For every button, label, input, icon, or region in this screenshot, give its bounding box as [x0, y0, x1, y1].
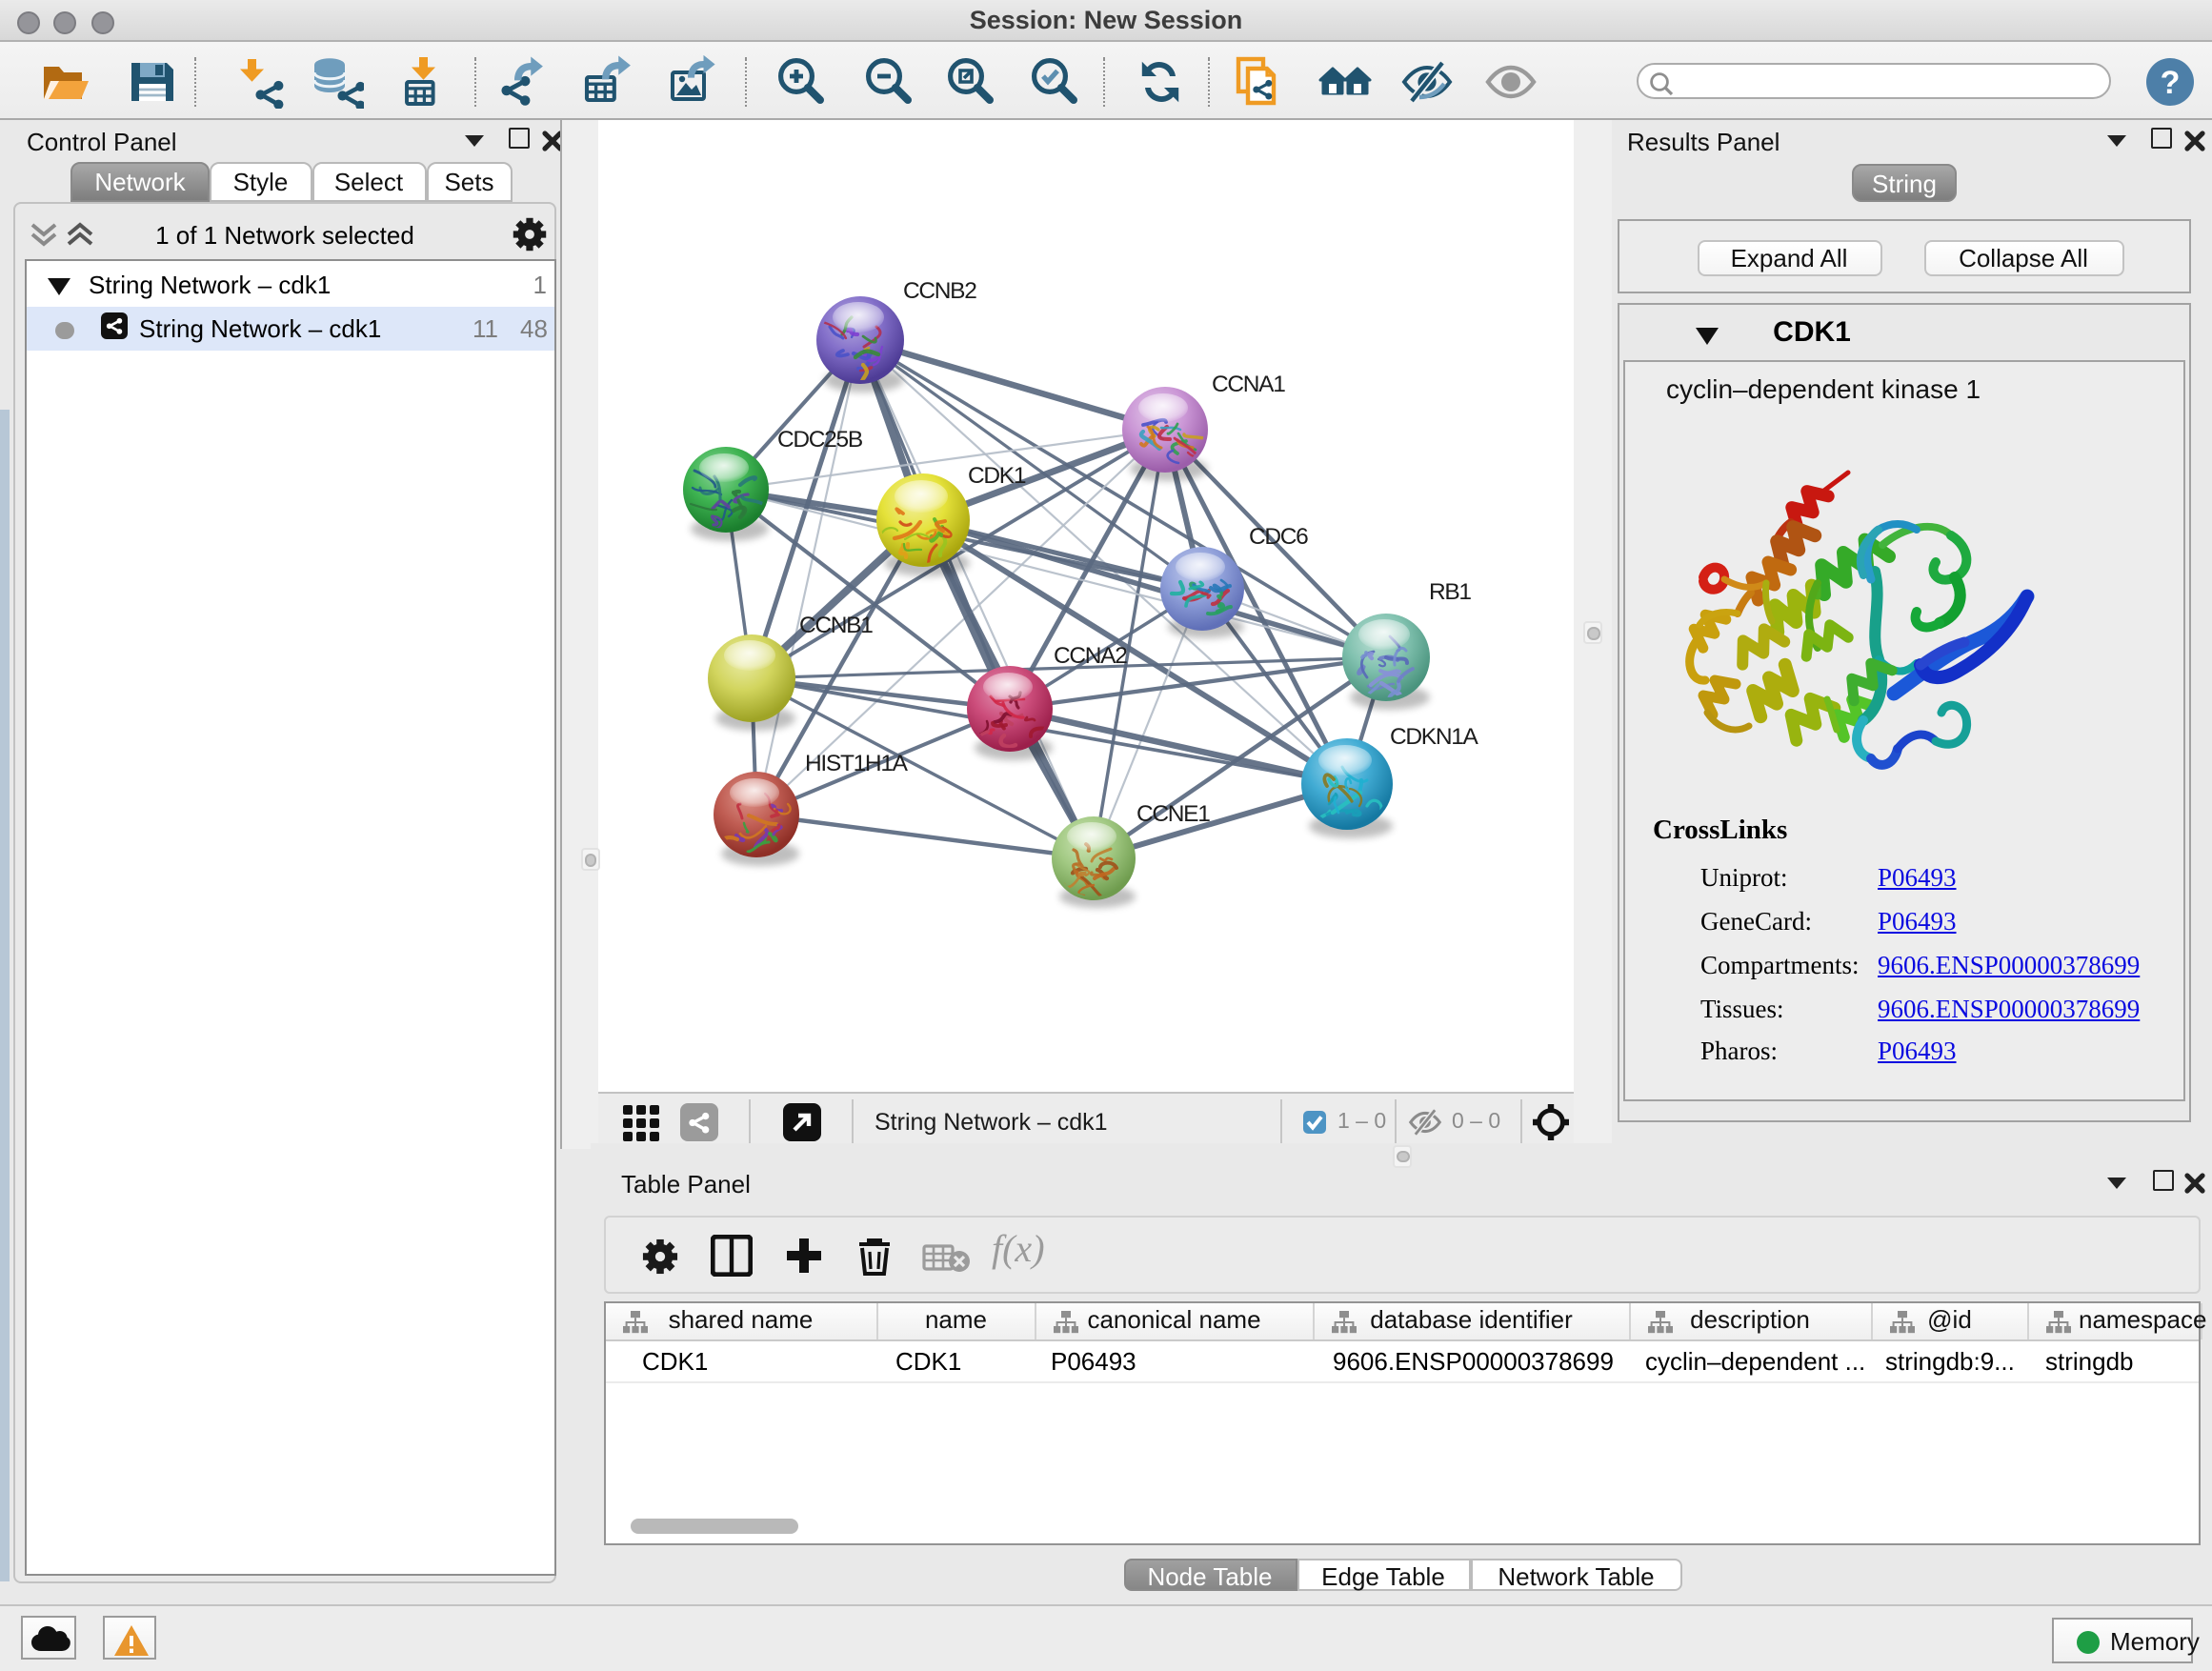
svg-text:CDKN1A: CDKN1A [1390, 724, 1479, 750]
svg-text:RB1: RB1 [1429, 579, 1471, 605]
svg-text:HIST1H1A: HIST1H1A [805, 751, 909, 776]
svg-text:CCNB2: CCNB2 [903, 278, 976, 304]
svg-text:CDK1: CDK1 [968, 463, 1026, 489]
svg-text:CCNA2: CCNA2 [1054, 643, 1127, 669]
svg-text:?: ? [2160, 65, 2180, 101]
svg-text:CDC25B: CDC25B [777, 427, 863, 453]
svg-text:CDC6: CDC6 [1249, 524, 1308, 550]
svg-text:CCNB1: CCNB1 [799, 613, 873, 638]
svg-text:CCNA1: CCNA1 [1212, 372, 1285, 397]
svg-text:CCNE1: CCNE1 [1136, 801, 1210, 827]
